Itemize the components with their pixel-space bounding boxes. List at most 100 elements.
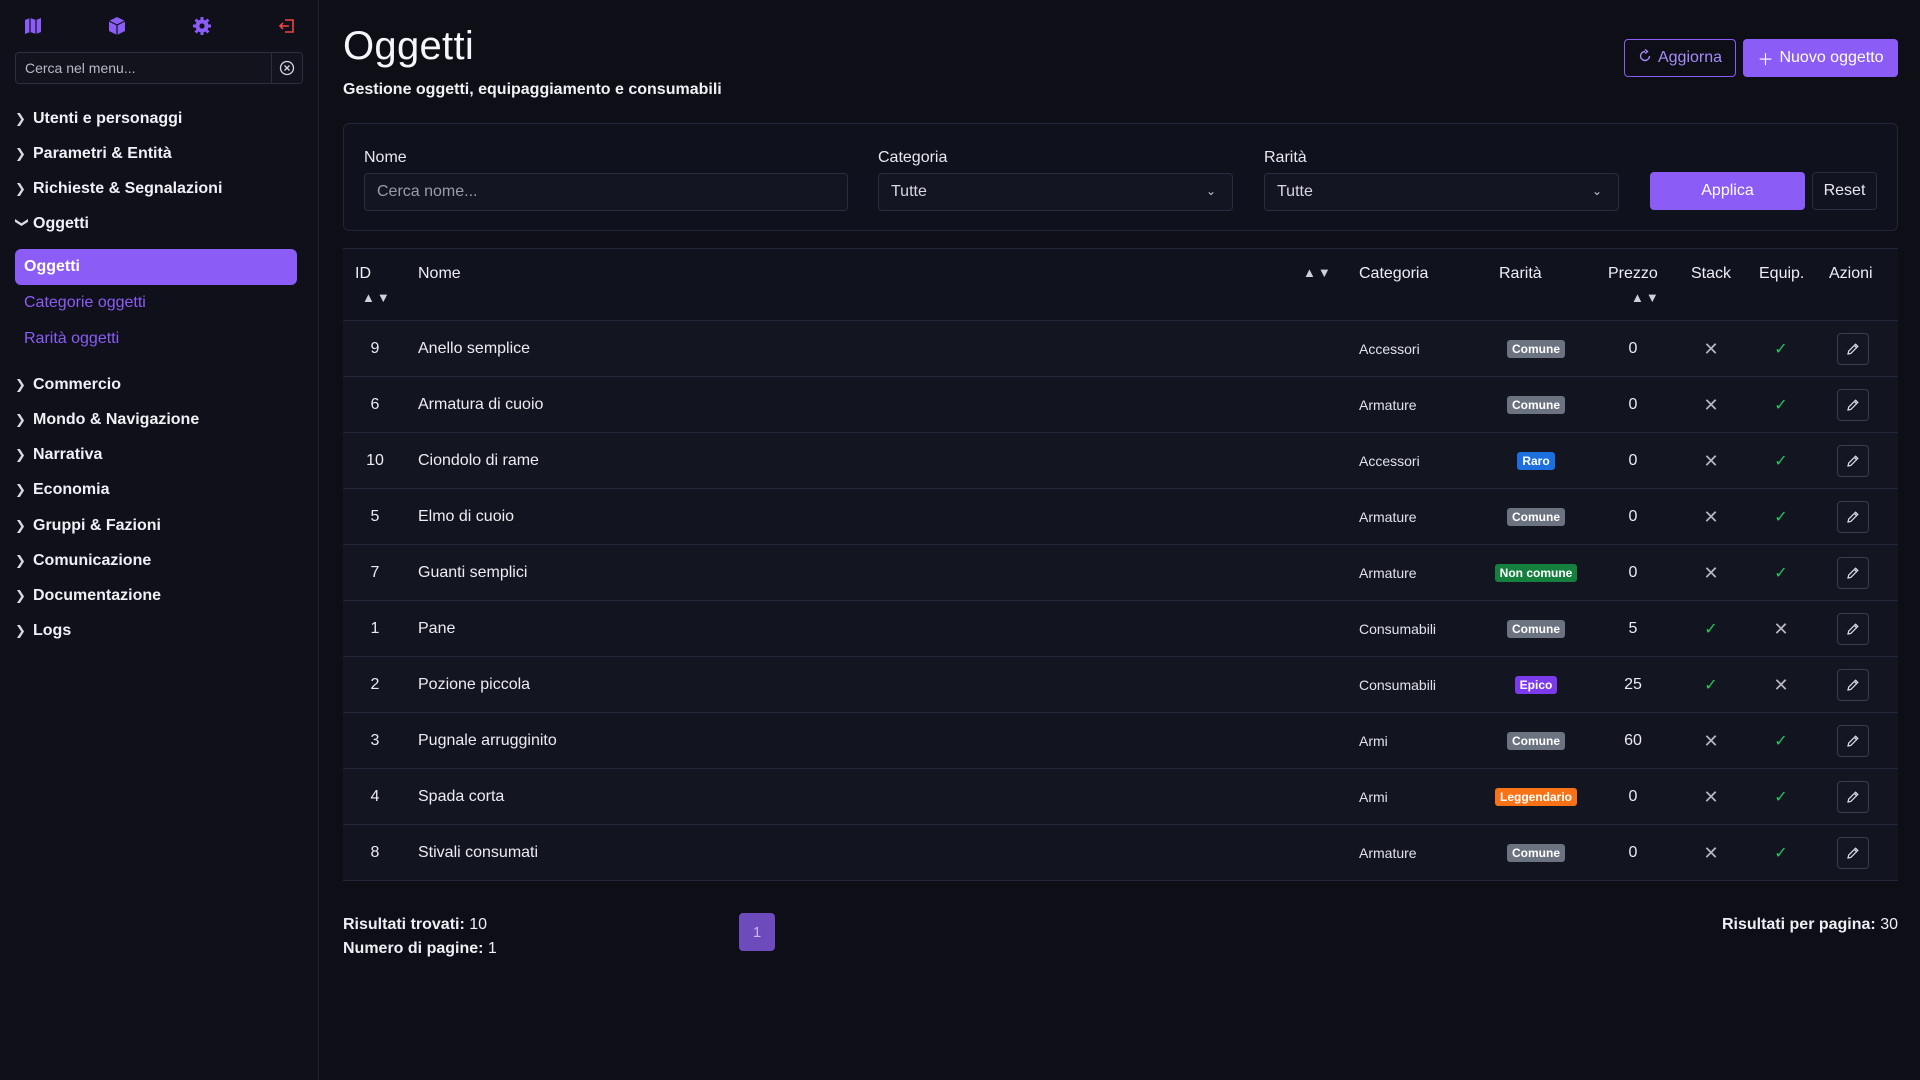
column-header-equip[interactable]: Equip. [1759, 265, 1804, 283]
nav-group-economy[interactable]: ❯ Economia [15, 477, 109, 503]
logout-icon[interactable] [275, 14, 299, 38]
sidebar-item-object-rarities[interactable]: Rarità oggetti [24, 330, 119, 348]
table-row[interactable]: 4 Spada corta Armi Leggendario 0 ✕ ✓ [343, 769, 1898, 825]
chevron-right-icon: ❯ [15, 588, 26, 603]
edit-button[interactable] [1837, 389, 1869, 421]
table-row[interactable]: 3 Pugnale arrugginito Armi Comune 60 ✕ ✓ [343, 713, 1898, 769]
rarity-select[interactable]: Tutte ⌄ [1264, 173, 1619, 211]
nav-group-requests[interactable]: ❯ Richieste & Segnalazioni [15, 176, 222, 202]
check-icon: ✓ [1774, 509, 1788, 526]
nav-group-label: Commercio [33, 376, 122, 393]
map-icon[interactable] [21, 14, 45, 38]
table-row[interactable]: 9 Anello semplice Accessori Comune 0 ✕ ✓ [343, 321, 1898, 377]
menu-search-input[interactable] [16, 53, 271, 83]
pencil-icon [1847, 343, 1859, 355]
cell-name: Ciondolo di rame [418, 452, 539, 469]
edit-button[interactable] [1837, 725, 1869, 757]
cell-id: 4 [370, 788, 380, 805]
cell-equip: ✓ [1751, 769, 1811, 825]
edit-button[interactable] [1837, 837, 1869, 869]
refresh-button-label: Aggiorna [1657, 49, 1723, 66]
nav-group-label: Gruppi & Fazioni [33, 517, 161, 534]
nav-group-factions[interactable]: ❯ Gruppi & Fazioni [15, 513, 161, 539]
check-icon: ✓ [1704, 621, 1718, 638]
filter-panel: Nome Categoria Tutte ⌄ Rarità Tutte ⌄ Ap… [343, 123, 1898, 231]
edit-button[interactable] [1837, 501, 1869, 533]
edit-button[interactable] [1837, 445, 1869, 477]
category-select-value: Tutte [891, 183, 927, 200]
x-icon: ✕ [1773, 674, 1789, 695]
table-row[interactable]: 7 Guanti semplici Armature Non comune 0 ✕ ✓ [343, 545, 1898, 601]
cell-name: Pane [418, 620, 456, 637]
cell-name: Stivali consumati [418, 844, 539, 861]
pencil-icon [1847, 623, 1859, 635]
cell-rarity: Comune [1483, 601, 1589, 657]
name-filter-field [364, 173, 848, 211]
sidebar: ❯ Utenti e personaggi ❯ Parametri & Entità… [0, 0, 319, 1080]
pagination-page-1[interactable]: 1 [739, 913, 775, 951]
edit-button[interactable] [1837, 781, 1869, 813]
sidebar-item-label: Oggetti [24, 258, 80, 275]
clear-search-icon[interactable] [271, 53, 302, 83]
edit-button[interactable] [1837, 333, 1869, 365]
cell-stack: ✕ [1681, 825, 1741, 881]
column-header-stack[interactable]: Stack [1691, 265, 1731, 283]
column-header-name[interactable]: Nome [418, 265, 461, 283]
check-icon: ✓ [1774, 397, 1788, 414]
results-count: Risultati trovati: 10 [343, 916, 487, 934]
nav-group-commerce[interactable]: ❯ Commercio [15, 372, 121, 398]
cell-id: 5 [370, 508, 380, 525]
cell-id: 7 [370, 564, 380, 581]
table-row[interactable]: 10 Ciondolo di rame Accessori Raro 0 ✕ ✓ [343, 433, 1898, 489]
refresh-icon [1638, 48, 1652, 68]
rarity-badge: Comune [1507, 844, 1565, 862]
sort-price-icon[interactable]: ▲▼ [1631, 290, 1661, 305]
table-row[interactable]: 5 Elmo di cuoio Armature Comune 0 ✕ ✓ [343, 489, 1898, 545]
cube-icon[interactable] [105, 14, 129, 38]
cell-id: 10 [366, 452, 384, 469]
table-row[interactable]: 1 Pane Consumabili Comune 5 ✓ ✕ [343, 601, 1898, 657]
x-icon: ✕ [1703, 562, 1719, 583]
apply-button[interactable]: Applica [1650, 172, 1805, 210]
gear-icon[interactable] [190, 14, 214, 38]
nav-group-narrative[interactable]: ❯ Narrativa [15, 442, 102, 468]
sidebar-item-objects[interactable]: Oggetti [15, 249, 297, 285]
column-header-price[interactable]: Prezzo [1608, 265, 1658, 283]
column-header-category[interactable]: Categoria [1359, 265, 1428, 283]
sort-name-icon[interactable]: ▲▼ [1303, 265, 1333, 280]
reset-button[interactable]: Reset [1812, 172, 1877, 210]
check-icon: ✓ [1774, 341, 1788, 358]
cell-equip: ✓ [1751, 321, 1811, 377]
sort-id-icon[interactable]: ▲▼ [362, 290, 392, 305]
refresh-button[interactable]: Aggiorna [1624, 39, 1736, 77]
x-icon: ✕ [1773, 618, 1789, 639]
new-object-button[interactable]: ＋ Nuovo oggetto [1743, 39, 1898, 77]
column-header-rarity[interactable]: Rarità [1499, 265, 1542, 283]
check-icon: ✓ [1774, 453, 1788, 470]
rarity-badge: Comune [1507, 396, 1565, 414]
column-header-id[interactable]: ID [355, 265, 371, 283]
nav-group-objects[interactable]: ❯ Oggetti [15, 211, 89, 237]
nav-group-logs[interactable]: ❯ Logs [15, 618, 71, 644]
nav-group-label: Parametri & Entità [33, 145, 172, 162]
cell-price: 0 [1628, 452, 1638, 469]
nav-group-world[interactable]: ❯ Mondo & Navigazione [15, 407, 199, 433]
table-row[interactable]: 6 Armatura di cuoio Armature Comune 0 ✕ ✓ [343, 377, 1898, 433]
nav-group-users[interactable]: ❯ Utenti e personaggi [15, 106, 182, 132]
sidebar-item-object-categories[interactable]: Categorie oggetti [24, 294, 146, 312]
category-select[interactable]: Tutte ⌄ [878, 173, 1233, 211]
pencil-icon [1847, 791, 1859, 803]
table-row[interactable]: 8 Stivali consumati Armature Comune 0 ✕ ✓ [343, 825, 1898, 881]
edit-button[interactable] [1837, 669, 1869, 701]
name-filter-input[interactable] [377, 183, 835, 201]
table-row[interactable]: 2 Pozione piccola Consumabili Epico 25 ✓ ✕ [343, 657, 1898, 713]
nav-group-label: Utenti e personaggi [33, 110, 183, 127]
nav-group-communication[interactable]: ❯ Comunicazione [15, 548, 151, 574]
edit-button[interactable] [1837, 613, 1869, 645]
nav-group-parameters[interactable]: ❯ Parametri & Entità [15, 141, 172, 167]
cell-stack: ✕ [1681, 377, 1741, 433]
nav-group-documentation[interactable]: ❯ Documentazione [15, 583, 161, 609]
results-per-page-value: 30 [1880, 916, 1898, 933]
pages-count-label: Numero di pagine: [343, 940, 484, 957]
edit-button[interactable] [1837, 557, 1869, 589]
